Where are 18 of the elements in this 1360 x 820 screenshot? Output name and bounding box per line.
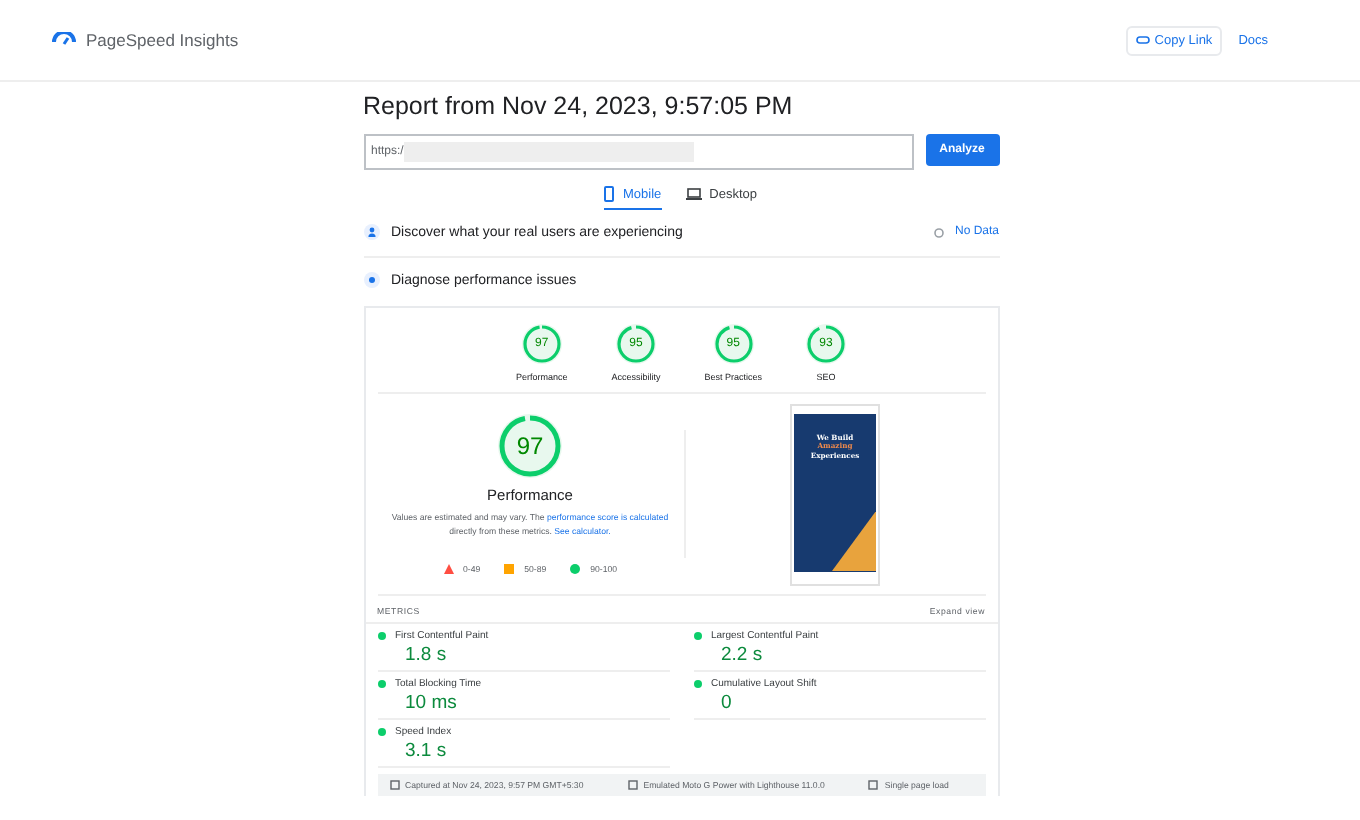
phone-icon (604, 186, 615, 202)
triangle-icon (443, 563, 453, 574)
laptop-icon (685, 188, 702, 200)
metric-value: 1.8 s (403, 644, 449, 666)
target-icon (363, 272, 379, 288)
circle-icon (570, 563, 581, 574)
link-icon (1136, 36, 1151, 44)
metric-value: 10 ms (403, 692, 459, 714)
metric-value: 3.1 s (403, 740, 449, 762)
logo-icon (52, 31, 76, 49)
brand-name: PageSpeed Insights (86, 30, 239, 50)
metric-value: 2.2 s (719, 644, 765, 666)
square-icon (504, 563, 515, 574)
report-title: Report from Nov 24, 2023, 9:57:05 PM (363, 92, 795, 120)
metric-value: 0 (719, 692, 734, 714)
score-value: 97 (516, 432, 544, 461)
info-icon (934, 227, 945, 237)
people-icon (363, 224, 379, 240)
